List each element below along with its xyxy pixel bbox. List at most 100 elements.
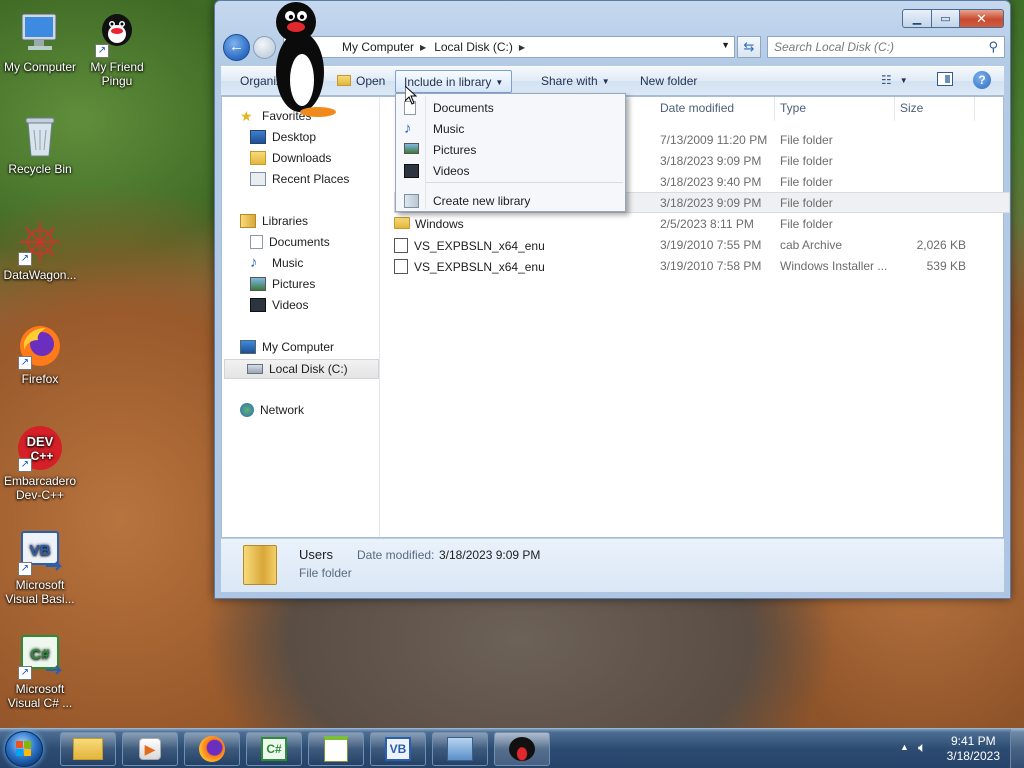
file-date: 2/5/2023 8:11 PM (660, 217, 754, 231)
column-divider[interactable] (974, 97, 975, 121)
nav-network[interactable]: Network (240, 403, 304, 417)
desktop-icon-label: Firefox (21, 372, 59, 386)
desktop-icon-recycle-bin[interactable]: Recycle Bin (0, 112, 80, 176)
file-date: 3/18/2023 9:09 PM (660, 154, 762, 168)
menu-item-pictures[interactable]: Pictures (396, 139, 625, 160)
maximize-button[interactable]: ▭ (932, 9, 960, 28)
music-icon: ♪ (404, 120, 412, 137)
notepad-plus-icon (324, 736, 348, 762)
navigation-pane: ★ Favorites Desktop Downloads Recent Plac… (222, 97, 380, 537)
breadcrumb-local-disk[interactable]: Local Disk (C:) (434, 40, 513, 54)
menu-item-create-new-library[interactable]: Create new library (396, 190, 625, 211)
taskbar-control-panel-button[interactable] (432, 732, 488, 766)
desktop-icon-firefox[interactable]: ↗ Firefox (0, 322, 80, 386)
view-options-button[interactable]: ☷ ▼ (881, 73, 908, 87)
recent-places-icon (250, 172, 266, 186)
address-bar[interactable]: My Computer ▶ Local Disk (C:) ▶ ▼ (283, 36, 735, 58)
file-size: 539 KB (926, 259, 966, 273)
nav-lib-videos-label: Videos (272, 298, 309, 312)
chevron-right-icon[interactable]: ▶ (519, 43, 525, 52)
taskbar-firefox-button[interactable] (184, 732, 240, 766)
nav-local-disk-label: Local Disk (C:) (269, 362, 348, 376)
show-desktop-button[interactable] (1010, 729, 1024, 768)
volume-icon[interactable]: 🔈︎ (918, 739, 926, 756)
share-with-button[interactable]: Share with ▼ (541, 74, 610, 88)
nav-local-disk[interactable]: Local Disk (C:) (224, 359, 379, 379)
close-button[interactable]: ✕ (960, 9, 1004, 28)
nav-recent-places[interactable]: Recent Places (250, 172, 349, 186)
desktop-icon-visual-csharp[interactable]: C# ↗ Microsoft Visual C# ... (0, 632, 80, 710)
file-row[interactable]: VS_EXPBSLN_x64_enu 3/19/2010 7:55 PM cab… (394, 234, 1010, 255)
nav-desktop[interactable]: Desktop (250, 130, 316, 144)
search-icon[interactable]: ⚲ (988, 39, 998, 55)
nav-lib-music[interactable]: ♪ Music (250, 254, 303, 271)
details-folder-icon (243, 545, 277, 585)
help-button[interactable]: ? (973, 71, 991, 89)
taskbar-explorer-button[interactable] (60, 732, 116, 766)
shortcut-arrow-icon: ↗ (18, 562, 32, 576)
system-tray: ▲ 🔈︎ 9:41 PM 3/18/2023 (884, 729, 1024, 768)
nav-lib-documents-label: Documents (269, 235, 330, 249)
new-folder-button[interactable]: New folder (640, 74, 697, 88)
menu-item-videos[interactable]: Videos (396, 160, 625, 181)
folder-icon (73, 738, 103, 760)
column-divider[interactable] (894, 97, 895, 121)
search-input[interactable]: Search Local Disk (C:) ⚲ (767, 36, 1005, 58)
taskbar-visual-csharp-button[interactable]: C# (246, 732, 302, 766)
preview-pane-button[interactable] (937, 72, 953, 86)
music-icon: ♪ (250, 254, 258, 271)
taskbar: ▶ C# VB ▲ 🔈︎ 9:41 PM 3/18/2023 (0, 728, 1024, 768)
column-header-date-modified[interactable]: Date modified (660, 101, 734, 115)
file-type: File folder (780, 175, 833, 189)
file-date: 3/18/2023 9:09 PM (660, 196, 762, 210)
nav-lib-documents[interactable]: Documents (250, 235, 330, 249)
arrow-left-icon: ← (229, 38, 244, 55)
nav-libraries-label: Libraries (262, 214, 309, 228)
desktop-icon-visual-basic[interactable]: VB ↗ Microsoft Visual Basi... (0, 528, 80, 606)
file-row[interactable]: VS_EXPBSLN_x64_enu 3/19/2010 7:58 PM Win… (394, 255, 1010, 276)
taskbar-media-player-button[interactable]: ▶ (122, 732, 178, 766)
clock[interactable]: 9:41 PM 3/18/2023 (947, 734, 1000, 764)
desktop-icon-label: Embarcadero Dev-C++ (3, 474, 77, 502)
desktop-icon-devcpp[interactable]: DEV C++ ↗ Embarcadero Dev-C++ (0, 424, 80, 502)
start-button[interactable] (5, 731, 43, 767)
clock-time: 9:41 PM (950, 734, 996, 748)
desktop-icon-my-computer[interactable]: My Computer (0, 10, 80, 74)
column-header-size[interactable]: Size (900, 101, 923, 115)
taskbar-visual-basic-button[interactable]: VB (370, 732, 426, 766)
nav-my-computer[interactable]: My Computer (240, 340, 334, 354)
chevron-down-icon[interactable]: ▼ (721, 40, 730, 50)
tray-overflow-icon[interactable]: ▲ (900, 742, 909, 752)
shortcut-arrow-icon: ↗ (18, 666, 32, 680)
downloads-icon (250, 151, 266, 165)
menu-item-music[interactable]: ♪ Music (396, 118, 625, 139)
menu-item-label: Documents (433, 101, 494, 115)
file-row[interactable]: Windows 2/5/2023 8:11 PM File folder (394, 213, 1010, 234)
taskbar-pingu-button[interactable] (494, 732, 550, 766)
menu-item-label: Music (433, 122, 465, 136)
file-type: File folder (780, 133, 833, 147)
nav-lib-pictures-label: Pictures (272, 277, 316, 291)
folder-icon (394, 217, 410, 229)
star-icon: ★ (240, 108, 253, 124)
back-button[interactable]: ← (223, 34, 250, 61)
nav-downloads[interactable]: Downloads (250, 151, 331, 165)
nav-lib-videos[interactable]: Videos (250, 298, 308, 312)
open-button[interactable]: Open (337, 74, 385, 88)
desktop-icon-datawagon[interactable]: ↗ DataWagon... (0, 218, 80, 282)
chevron-right-icon[interactable]: ▶ (420, 43, 426, 52)
desktop-icon-pingu[interactable]: ↗ My Friend Pingu (77, 10, 157, 88)
nav-lib-pictures[interactable]: Pictures (250, 277, 315, 291)
column-divider[interactable] (774, 97, 775, 121)
column-header-type[interactable]: Type (780, 101, 806, 115)
menu-item-documents[interactable]: Documents (396, 97, 625, 118)
taskbar-notepad-button[interactable] (308, 732, 364, 766)
details-name: Users (299, 547, 333, 562)
refresh-button[interactable]: ⇆ (737, 36, 761, 58)
minimize-button[interactable]: ▁ (902, 9, 932, 28)
breadcrumb-my-computer[interactable]: My Computer (342, 40, 414, 54)
nav-libraries[interactable]: Libraries (240, 214, 308, 228)
desktop-icon-label: My Friend Pingu (90, 60, 144, 88)
visual-basic-icon: VB ↗ (16, 528, 64, 576)
minimize-icon: ▁ (912, 13, 922, 25)
